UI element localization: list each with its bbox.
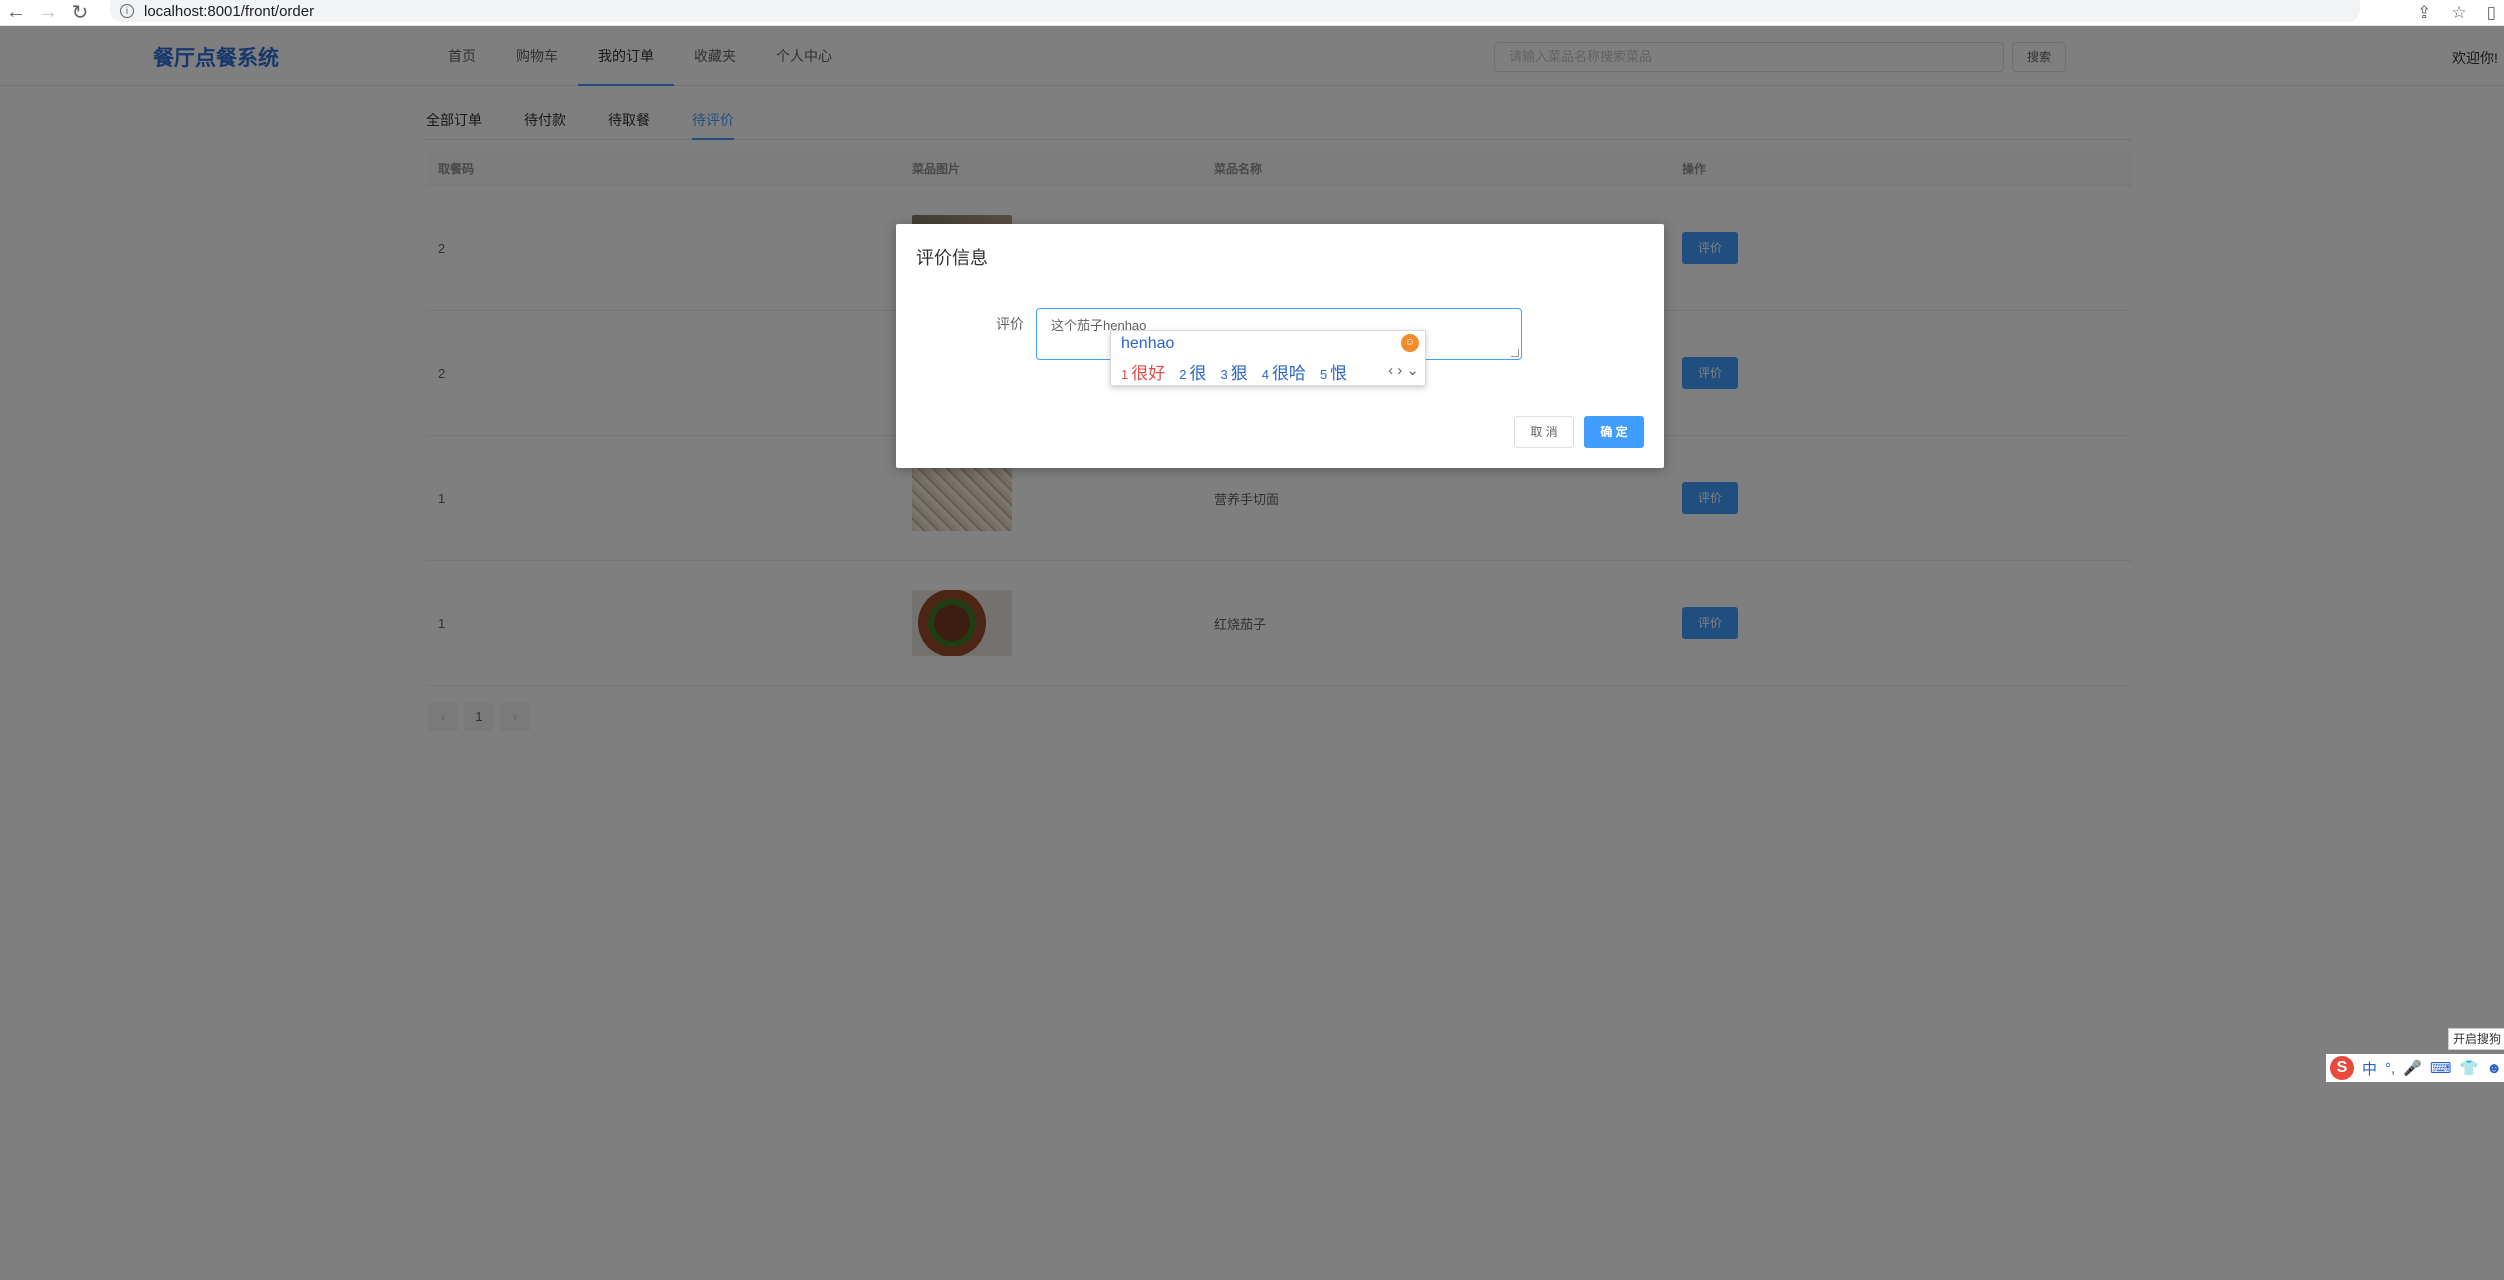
modal-overlay[interactable] [0, 26, 2504, 1280]
share-icon[interactable]: ⇪ [2417, 3, 2431, 23]
punctuation-icon[interactable]: °, [2385, 1060, 2395, 1077]
ime-language-toggle[interactable]: 中 [2362, 1058, 2377, 1079]
ime-page-arrows[interactable]: ‹ › ⌄ [1388, 361, 1419, 379]
robot-icon[interactable]: ☻ [2486, 1060, 2502, 1077]
ime-candidates: 1 很好 2很 3狠 4 很哈 5恨 [1121, 359, 1347, 384]
confirm-button[interactable]: 确 定 [1584, 416, 1644, 448]
address-bar[interactable]: i localhost:8001/front/order [110, 0, 2360, 22]
browser-toolbar: ← → ↻ i localhost:8001/front/order ⇪ ☆ ▯ [0, 0, 2504, 26]
keyboard-icon[interactable]: ⌨ [2430, 1059, 2452, 1077]
sogou-logo-icon[interactable]: S [2330, 1056, 2354, 1080]
ime-candidate[interactable]: 5恨 [1320, 359, 1347, 384]
dialog-title: 评价信息 [916, 248, 988, 268]
emoji-icon[interactable]: ☺ [1401, 334, 1419, 352]
ime-candidate[interactable]: 1 很好 [1121, 359, 1165, 384]
ime-candidate[interactable]: 4 很哈 [1262, 359, 1306, 384]
ime-candidate[interactable]: 2很 [1179, 359, 1206, 384]
skin-icon[interactable]: 👕 [2460, 1059, 2479, 1077]
ime-tooltip: 开启搜狗 [2448, 1028, 2504, 1050]
resize-handle-icon[interactable] [1511, 349, 1519, 357]
review-label: 评价 [996, 316, 1024, 332]
forward-icon[interactable]: → [32, 0, 64, 26]
reload-icon[interactable]: ↻ [64, 0, 96, 26]
sidebar-icon[interactable]: ▯ [2487, 3, 2496, 23]
ime-candidate[interactable]: 3狠 [1220, 359, 1247, 384]
browser-actions: ⇪ ☆ ▯ [2417, 0, 2496, 26]
info-icon[interactable]: i [120, 4, 134, 18]
back-icon[interactable]: ← [0, 0, 32, 26]
url-text: localhost:8001/front/order [144, 2, 315, 20]
star-icon[interactable]: ☆ [2451, 3, 2466, 23]
ime-toolbar: S 中 °, 🎤 ⌨ 👕 ☻ [2326, 1054, 2504, 1082]
cancel-button[interactable]: 取 消 [1514, 416, 1574, 448]
ime-candidate-popup: henhao ☺ 1 很好 2很 3狠 4 很哈 5恨 ‹ › ⌄ [1110, 330, 1426, 386]
ime-composition: henhao [1121, 335, 1175, 352]
microphone-icon[interactable]: 🎤 [2403, 1059, 2422, 1077]
